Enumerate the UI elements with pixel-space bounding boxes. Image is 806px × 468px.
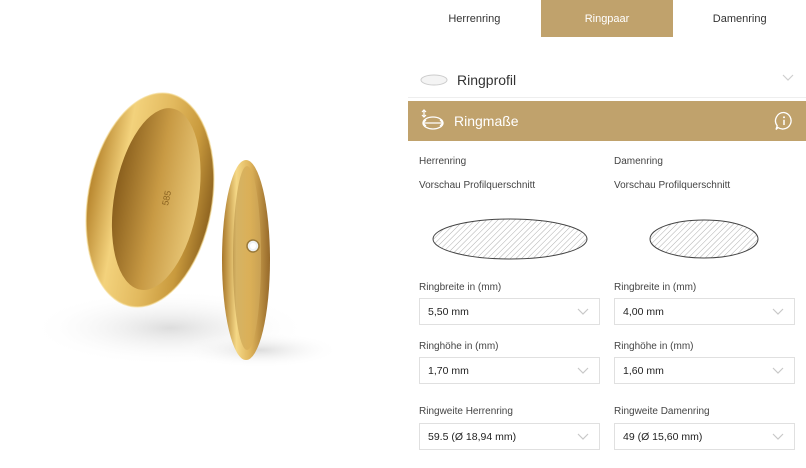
info-icon[interactable] [774,111,794,131]
damen-weite-value: 49 (Ø 15,60 mm) [623,430,703,443]
damen-hoehe-select[interactable]: 1,60 mm [614,357,795,384]
herren-hoehe-select[interactable]: 1,70 mm [419,357,600,384]
tab-damenring[interactable]: Damenring [673,0,806,37]
damen-breite-select[interactable]: 4,00 mm [614,298,795,325]
damen-weite-select[interactable]: 49 (Ø 15,60 mm) [614,423,795,450]
damen-hoehe-value: 1,60 mm [623,364,664,377]
resize-arrows-icon [421,109,444,130]
herren-weite-select[interactable]: 59.5 (Ø 18,94 mm) [419,423,600,450]
chevron-down-icon [782,74,794,81]
herren-heading: Herrenring [419,156,467,167]
ring-pair-illustration: 585 [30,92,340,368]
ring-type-tabs: Herrenring Ringpaar Damenring [408,0,806,37]
chevron-down-icon [577,367,589,374]
configurator-panel: Herrenring Ringpaar Damenring Ringprofil… [408,0,806,468]
chevron-down-icon [772,367,784,374]
herren-profile-preview [432,218,588,260]
damen-breite-label: Ringbreite in (mm) [614,282,697,293]
ringprofil-accordion[interactable]: Ringprofil [408,62,806,98]
ringprofil-label: Ringprofil [457,71,517,88]
ringmasse-accordion[interactable]: Ringmaße [408,101,806,141]
oval-icon [420,74,448,85]
damen-breite-value: 4,00 mm [623,305,664,318]
herren-breite-label: Ringbreite in (mm) [419,282,502,293]
tab-herrenring[interactable]: Herrenring [408,0,541,37]
damen-profile-preview [649,219,759,259]
tab-ringpaar[interactable]: Ringpaar [540,0,674,37]
herren-preview-label: Vorschau Profilquerschnitt [419,180,536,191]
herren-breite-select[interactable]: 5,50 mm [419,298,600,325]
herren-breite-value: 5,50 mm [428,305,469,318]
chevron-down-icon [772,308,784,315]
damen-hoehe-label: Ringhöhe in (mm) [614,341,694,352]
chevron-down-icon [577,308,589,315]
damen-preview-label: Vorschau Profilquerschnitt [614,180,731,191]
herren-weite-value: 59.5 (Ø 18,94 mm) [428,430,517,443]
product-image: 585 [0,0,408,468]
chevron-down-icon [577,433,589,440]
herren-hoehe-value: 1,70 mm [428,364,469,377]
herren-weite-label: Ringweite Herrenring [419,406,513,417]
herren-hoehe-label: Ringhöhe in (mm) [419,341,499,352]
damen-heading: Damenring [614,156,663,167]
chevron-down-icon [772,433,784,440]
damen-weite-label: Ringweite Damenring [614,406,710,417]
ringmasse-label: Ringmaße [454,113,519,129]
